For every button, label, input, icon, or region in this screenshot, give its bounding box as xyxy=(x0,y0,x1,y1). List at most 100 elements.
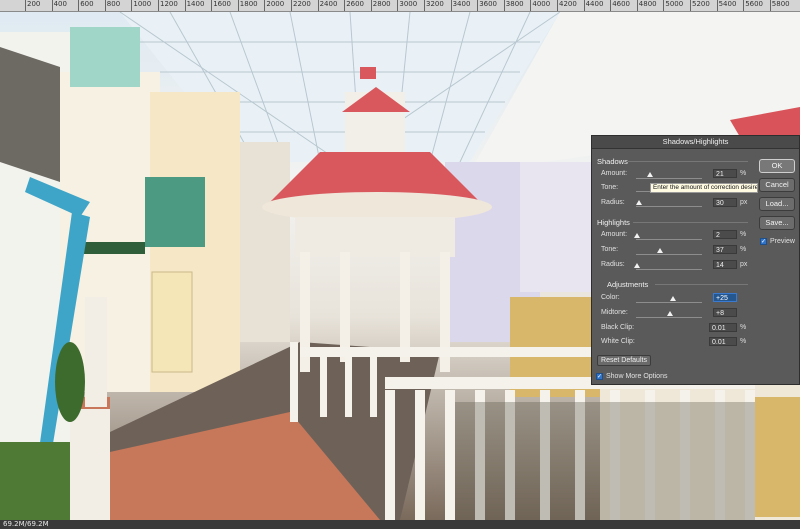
ok-button[interactable]: OK xyxy=(759,159,795,173)
ruler-tick xyxy=(424,0,425,11)
ruler-tick xyxy=(51,0,53,11)
divider xyxy=(633,222,748,223)
ruler-tick-label: 1800 xyxy=(239,0,258,8)
ruler-tick-label: 2400 xyxy=(319,0,338,8)
white-clip-input[interactable]: 0.01 xyxy=(709,337,737,346)
ruler-tick-label: 4000 xyxy=(532,0,551,8)
ruler-tick xyxy=(104,0,106,11)
ruler-tick-label: 2000 xyxy=(266,0,285,8)
divider xyxy=(628,161,748,162)
ruler-tick-label: 5200 xyxy=(692,0,710,8)
color-slider[interactable] xyxy=(636,302,702,303)
adjustments-heading: Adjustments xyxy=(607,280,649,289)
load-button[interactable]: Load... xyxy=(759,197,795,211)
ruler-tick xyxy=(636,0,638,11)
shadows-radius-unit: px xyxy=(740,199,748,206)
color-input[interactable]: +25 xyxy=(713,293,737,302)
shadows-amount-label: Amount: xyxy=(601,170,628,177)
highlights-radius-slider-thumb[interactable] xyxy=(634,263,641,268)
ruler-tick-label: 5400 xyxy=(718,0,737,8)
shadows-radius-slider-thumb[interactable] xyxy=(636,200,643,205)
ruler-tick xyxy=(370,0,372,11)
midtone-slider-thumb[interactable] xyxy=(667,311,674,316)
ruler-tick-label: 200 xyxy=(27,0,41,8)
highlights-tone-label: Tone: xyxy=(601,246,619,253)
shadows-amount-slider-thumb[interactable] xyxy=(646,172,653,177)
ruler-tick xyxy=(583,0,585,11)
shadows-tone-label: Tone: xyxy=(601,184,619,191)
shadows-amount-slider[interactable] xyxy=(636,178,702,179)
ruler-tick xyxy=(557,0,558,11)
ruler-tick xyxy=(530,0,532,11)
ruler-tick-label: 1600 xyxy=(213,0,232,8)
ruler-tick-label: 3400 xyxy=(452,0,471,8)
ruler-tick xyxy=(344,0,346,11)
shadows-amount-unit: % xyxy=(740,170,747,177)
ruler-tick-label: 4200 xyxy=(559,0,577,8)
ruler-tick-label: 5000 xyxy=(665,0,684,8)
black-clip-unit: % xyxy=(740,324,747,331)
ruler-tick-label: 400 xyxy=(53,0,67,8)
document-size: 69.2M/69.2M xyxy=(3,520,49,528)
horizontal-ruler[interactable]: 200 400 600 800 1000 1200 1400 1600 1800 2000 2200… xyxy=(0,0,800,12)
reset-defaults-button[interactable]: Reset Defaults xyxy=(597,355,651,366)
shadows-radius-label: Radius: xyxy=(601,199,625,206)
ruler-tick-label: 5600 xyxy=(745,0,764,8)
midtone-input[interactable]: +8 xyxy=(713,308,737,317)
midtone-slider[interactable] xyxy=(636,317,702,318)
shadows-radius-input[interactable]: 30 xyxy=(713,198,737,207)
show-more-options-checkbox[interactable]: ✓ xyxy=(596,373,603,380)
highlights-amount-label: Amount: xyxy=(601,231,628,238)
ruler-tick-label: 1200 xyxy=(160,0,178,8)
ruler-tick xyxy=(237,0,239,11)
ruler-tick-label: 600 xyxy=(80,0,94,8)
tooltip: Enter the amount of correction desired xyxy=(650,183,758,193)
highlights-radius-slider[interactable] xyxy=(636,269,702,270)
ruler-tick xyxy=(610,0,612,11)
shadows-heading: Shadows xyxy=(597,157,628,166)
ruler-tick xyxy=(450,0,452,11)
preview-checkbox[interactable]: ✓ xyxy=(760,238,767,245)
save-button[interactable]: Save... xyxy=(759,216,795,230)
ruler-tick-label: 3000 xyxy=(399,0,418,8)
highlights-tone-unit: % xyxy=(740,246,747,253)
ruler-tick xyxy=(743,0,745,11)
highlights-amount-slider[interactable] xyxy=(636,239,702,240)
color-label: Color: xyxy=(601,294,620,301)
highlights-tone-input[interactable]: 37 xyxy=(713,245,737,254)
ruler-tick xyxy=(716,0,718,11)
cancel-button[interactable]: Cancel xyxy=(759,178,795,192)
preview-label: Preview xyxy=(770,238,795,245)
ruler-tick-label: 4800 xyxy=(638,0,657,8)
ruler-tick xyxy=(158,0,159,11)
color-slider-thumb[interactable] xyxy=(669,296,676,301)
highlights-amount-unit: % xyxy=(740,231,747,238)
highlights-radius-input[interactable]: 14 xyxy=(713,260,737,269)
ruler-tick-label: 1000 xyxy=(133,0,152,8)
highlights-radius-unit: px xyxy=(740,261,748,268)
highlights-tone-slider-thumb[interactable] xyxy=(657,248,664,253)
ruler-tick-label: 3600 xyxy=(479,0,498,8)
white-clip-unit: % xyxy=(740,338,747,345)
divider xyxy=(655,284,748,285)
ruler-tick xyxy=(211,0,213,11)
highlights-amount-slider-thumb[interactable] xyxy=(634,233,641,238)
ruler-tick-label: 4600 xyxy=(612,0,631,8)
shadows-radius-slider[interactable] xyxy=(636,206,702,207)
show-more-options-label: Show More Options xyxy=(606,373,668,380)
dialog-title[interactable]: Shadows/Highlights xyxy=(592,136,799,149)
ruler-tick-label: 1400 xyxy=(186,0,205,8)
ruler-tick-label: 2600 xyxy=(346,0,365,8)
ruler-tick-label: 5800 xyxy=(771,0,790,8)
ruler-tick xyxy=(663,0,665,11)
black-clip-input[interactable]: 0.01 xyxy=(709,323,737,332)
ruler-tick-label: 3200 xyxy=(426,0,444,8)
ruler-tick xyxy=(264,0,266,11)
ruler-tick xyxy=(184,0,186,11)
highlights-amount-input[interactable]: 2 xyxy=(713,230,737,239)
ruler-tick xyxy=(317,0,319,11)
ruler-tick xyxy=(769,0,771,11)
highlights-tone-slider[interactable] xyxy=(636,254,702,255)
shadows-amount-input[interactable]: 21 xyxy=(713,169,737,178)
ruler-tick xyxy=(397,0,399,11)
